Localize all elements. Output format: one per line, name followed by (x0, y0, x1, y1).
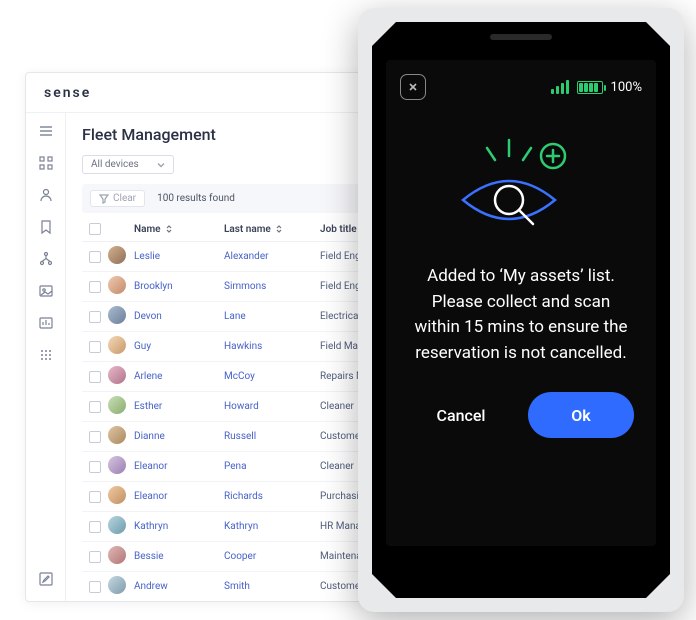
row-name: Brooklyn (134, 281, 224, 292)
row-lastname: Cooper (224, 551, 320, 562)
row-checkbox[interactable] (89, 311, 101, 323)
row-lastname: Alexander (224, 251, 320, 262)
button-row: Cancel Ok (406, 392, 636, 458)
chart-icon[interactable] (38, 315, 54, 331)
row-checkbox[interactable] (89, 461, 101, 473)
app-logo: sense (44, 85, 91, 101)
clear-filters-button[interactable]: Clear (90, 190, 145, 207)
avatar (108, 276, 126, 294)
status-right: 100% (551, 80, 642, 95)
row-name: Esther (134, 401, 224, 412)
row-checkbox[interactable] (89, 281, 101, 293)
avatar (108, 306, 126, 324)
chevron-down-icon (157, 161, 165, 169)
tree-icon[interactable] (38, 251, 54, 267)
row-lastname: McCoy (224, 371, 320, 382)
row-lastname: Kathryn (224, 521, 320, 532)
reservation-illustration (451, 134, 591, 244)
funnel-icon (99, 194, 109, 204)
device-bezel: 100% (372, 22, 670, 598)
row-name: Andrew (134, 581, 224, 592)
speaker-grille (490, 34, 552, 40)
row-name: Dianne (134, 431, 224, 442)
sort-icon (165, 225, 173, 233)
row-checkbox[interactable] (89, 491, 101, 503)
row-lastname: Pena (224, 461, 320, 472)
device-screen: 100% (386, 60, 656, 546)
row-name: Bessie (134, 551, 224, 562)
row-name: Guy (134, 341, 224, 352)
row-checkbox[interactable] (89, 551, 101, 563)
battery-percentage: 100% (611, 80, 642, 95)
col-name-header[interactable]: Name (134, 224, 224, 235)
row-checkbox[interactable] (89, 521, 101, 533)
image-icon[interactable] (38, 283, 54, 299)
row-checkbox[interactable] (89, 251, 101, 263)
device-content: Added to ‘My assets’ list. Please collec… (386, 110, 656, 546)
avatar (108, 336, 126, 354)
row-lastname: Richards (224, 491, 320, 502)
row-lastname: Howard (224, 401, 320, 412)
close-icon (407, 81, 419, 93)
avatar (108, 396, 126, 414)
avatar (108, 246, 126, 264)
row-lastname: Lane (224, 311, 320, 322)
avatar (108, 516, 126, 534)
apps-icon[interactable] (38, 347, 54, 363)
avatar (108, 486, 126, 504)
row-name: Leslie (134, 251, 224, 262)
sort-icon (275, 225, 283, 233)
avatar (108, 426, 126, 444)
bookmark-icon[interactable] (38, 219, 54, 235)
row-lastname: Simmons (224, 281, 320, 292)
row-name: Arlene (134, 371, 224, 382)
grid-icon[interactable] (38, 155, 54, 171)
results-count: 100 results found (157, 193, 235, 204)
sidebar-nav (26, 113, 66, 601)
row-lastname: Hawkins (224, 341, 320, 352)
row-checkbox[interactable] (89, 401, 101, 413)
row-checkbox[interactable] (89, 431, 101, 443)
handheld-device: 100% (358, 8, 684, 612)
clear-label: Clear (113, 193, 136, 204)
col-lastname-header[interactable]: Last name (224, 224, 320, 235)
row-name: Devon (134, 311, 224, 322)
row-lastname: Russell (224, 431, 320, 442)
person-icon[interactable] (38, 187, 54, 203)
avatar (108, 366, 126, 384)
edit-icon[interactable] (38, 571, 54, 587)
select-all-checkbox[interactable] (89, 223, 101, 235)
dropdown-label: All devices (91, 159, 139, 170)
row-checkbox[interactable] (89, 341, 101, 353)
devices-dropdown[interactable]: All devices (82, 155, 174, 174)
ok-button[interactable]: Ok (528, 392, 634, 438)
close-button[interactable] (400, 74, 426, 100)
battery-icon (577, 81, 603, 94)
avatar (108, 576, 126, 594)
row-checkbox[interactable] (89, 581, 101, 593)
status-bar: 100% (386, 60, 656, 110)
row-name: Eleanor (134, 461, 224, 472)
row-lastname: Smith (224, 581, 320, 592)
cancel-button[interactable]: Cancel (408, 392, 514, 438)
row-checkbox[interactable] (89, 371, 101, 383)
menu-icon[interactable] (38, 123, 54, 139)
avatar (108, 546, 126, 564)
row-name: Eleanor (134, 491, 224, 502)
signal-icon (551, 80, 569, 94)
modal-message: Added to ‘My assets’ list. Please collec… (406, 264, 636, 366)
row-name: Kathryn (134, 521, 224, 532)
avatar (108, 456, 126, 474)
